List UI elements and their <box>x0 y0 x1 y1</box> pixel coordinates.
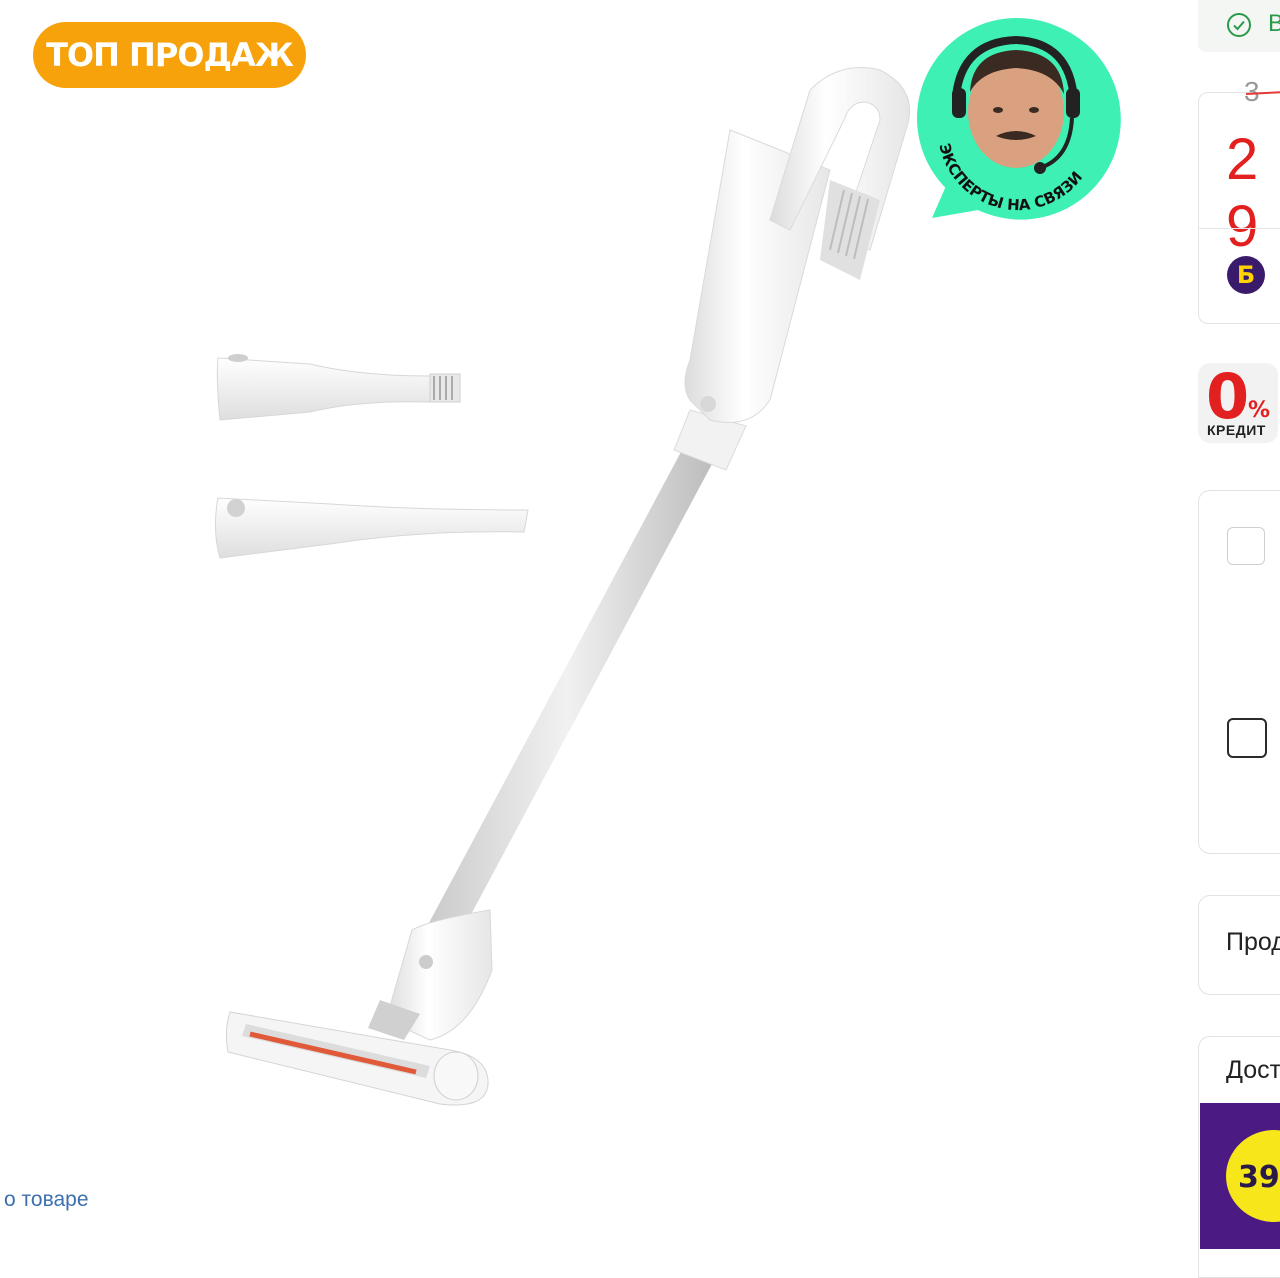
credit-percent: % <box>1248 398 1271 423</box>
about-product-link[interactable]: о товаре <box>4 1188 89 1212</box>
current-price: 2 9 <box>1226 127 1261 259</box>
stock-status-text: В <box>1268 10 1280 37</box>
credit-label: КРЕДИТ <box>1207 422 1266 438</box>
bonus-b-icon: Б <box>1227 256 1265 294</box>
vacuum-body <box>673 67 911 471</box>
option-checkbox-1[interactable] <box>1227 527 1265 565</box>
option-checkbox-2[interactable] <box>1227 718 1267 758</box>
delivery-label: Дост <box>1226 1056 1280 1084</box>
product-image[interactable] <box>190 50 950 1130</box>
crevice-attachment <box>214 497 529 559</box>
brush-attachment <box>216 354 461 421</box>
check-circle-icon <box>1227 13 1251 37</box>
expert-support-sticker[interactable]: ЭКСПЕРТЫ НА СВЯЗИ <box>912 18 1122 224</box>
seller-label: Прод <box>1226 928 1280 956</box>
promo-price-text: 399 <box>1238 1160 1280 1195</box>
price-divider <box>1199 228 1280 229</box>
floor-nozzle <box>225 909 493 1106</box>
